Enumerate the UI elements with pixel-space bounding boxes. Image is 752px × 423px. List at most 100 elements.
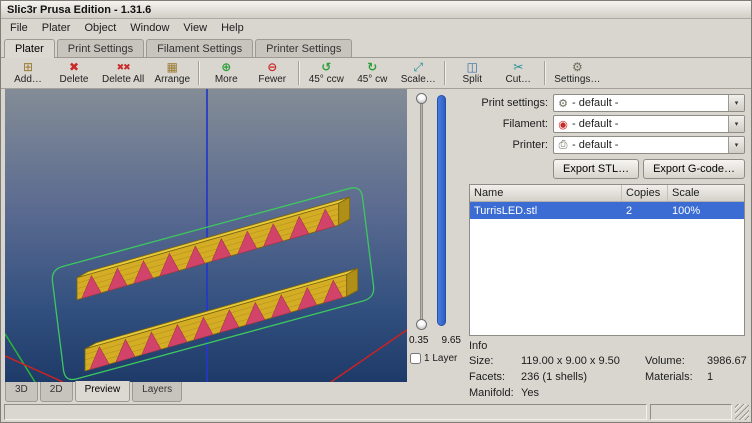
viewer-column: 0.35 9.65 1 Layer 3D 2D Preview Layers	[1, 89, 465, 402]
object-list: Name Copies Scale TurrisLED.stl 2 100%	[469, 184, 745, 336]
delete-all-button[interactable]: ✖✖ Delete All	[97, 59, 149, 88]
filament-value: - default -	[572, 116, 728, 132]
plater-sidebar: Print settings: ⚙ - default - ▾ Filament…	[465, 89, 751, 402]
toolbar-separator	[544, 61, 546, 85]
view-mode-tabs: 3D 2D Preview Layers	[1, 382, 465, 402]
volume-label: Volume:	[645, 355, 707, 367]
column-header-scale: Scale	[668, 185, 744, 201]
plater-toolbar: ⊞ Add… ✖ Delete ✖✖ Delete All ▦ Arrange …	[1, 58, 751, 89]
object-info-panel: Info Size: 119.00 x 9.00 x 9.50 Volume: …	[469, 340, 745, 399]
printer-label: Printer:	[469, 139, 553, 151]
object-name-cell: TurrisLED.stl	[470, 202, 622, 219]
arrange-button[interactable]: ▦ Arrange	[149, 59, 195, 88]
single-layer-label: 1 Layer	[424, 353, 457, 364]
table-row[interactable]: TurrisLED.stl 2 100%	[470, 202, 744, 219]
chevron-down-icon[interactable]: ▾	[728, 116, 744, 132]
tab-filament-settings[interactable]: Filament Settings	[146, 39, 253, 57]
status-message-field	[4, 404, 647, 420]
export-gcode-button[interactable]: Export G-code…	[643, 159, 745, 179]
materials-label: Materials:	[645, 371, 707, 383]
scale-icon: ⤢	[413, 61, 423, 74]
delete-button[interactable]: ✖ Delete	[51, 59, 97, 88]
object-settings-button[interactable]: ⚙ Settings…	[549, 59, 605, 88]
more-button[interactable]: ⊕ More	[203, 59, 249, 88]
window-title: Slic3r Prusa Edition - 1.31.6	[7, 4, 151, 16]
rotate-ccw-button[interactable]: ↺ 45° ccw	[303, 59, 349, 88]
layer-range-bar[interactable]	[437, 95, 446, 326]
facets-value: 236 (1 shells)	[521, 371, 645, 383]
layer-max-value: 9.65	[442, 335, 461, 346]
scale-button[interactable]: ⤢ Scale…	[395, 59, 441, 88]
tab-printer-settings[interactable]: Printer Settings	[255, 39, 352, 57]
view-tab-2d[interactable]: 2D	[40, 382, 73, 402]
column-header-copies: Copies	[622, 185, 668, 201]
print-settings-select[interactable]: ⚙ - default - ▾	[553, 94, 745, 112]
object-copies-cell: 2	[622, 202, 668, 219]
column-header-name: Name	[470, 185, 622, 201]
layer-range-slider[interactable]	[415, 93, 428, 330]
cut-button[interactable]: ✂ Cut…	[495, 59, 541, 88]
filament-select[interactable]: ◉ - default - ▾	[553, 115, 745, 133]
printer-select[interactable]: ⎙ - default - ▾	[553, 136, 745, 154]
object-list-header: Name Copies Scale	[470, 185, 744, 202]
settings-icon: ⚙	[572, 61, 583, 74]
menu-bar: File Plater Object Window View Help	[1, 19, 751, 37]
title-bar[interactable]: Slic3r Prusa Edition - 1.31.6	[1, 1, 751, 19]
menu-window[interactable]: Window	[123, 21, 176, 35]
fewer-copies-icon: ⊖	[267, 61, 277, 74]
print-settings-icon: ⚙	[554, 95, 572, 111]
chevron-down-icon[interactable]: ▾	[728, 95, 744, 111]
size-label: Size:	[469, 355, 521, 367]
single-layer-toggle[interactable]: 1 Layer	[410, 353, 457, 364]
menu-file[interactable]: File	[3, 21, 35, 35]
view-tab-3d[interactable]: 3D	[5, 382, 38, 402]
more-copies-icon: ⊕	[221, 61, 231, 74]
printer-icon: ⎙	[554, 137, 572, 153]
single-layer-checkbox[interactable]	[410, 353, 421, 364]
status-secondary-field	[650, 404, 732, 420]
split-button[interactable]: ◫ Split	[449, 59, 495, 88]
filament-label: Filament:	[469, 118, 553, 130]
tab-print-settings[interactable]: Print Settings	[57, 39, 144, 57]
menu-object[interactable]: Object	[77, 21, 123, 35]
slider-handle-bottom[interactable]	[416, 319, 427, 330]
info-heading: Info	[469, 340, 745, 352]
export-stl-button[interactable]: Export STL…	[553, 159, 639, 179]
view-tab-preview[interactable]: Preview	[75, 381, 131, 402]
add-button[interactable]: ⊞ Add…	[5, 59, 51, 88]
menu-view[interactable]: View	[176, 21, 214, 35]
size-value: 119.00 x 9.00 x 9.50	[521, 355, 645, 367]
chevron-down-icon[interactable]: ▾	[728, 137, 744, 153]
delete-icon: ✖	[69, 61, 79, 74]
resize-grip[interactable]	[735, 404, 749, 420]
cut-icon: ✂	[513, 61, 523, 74]
toolbar-separator	[198, 61, 200, 85]
rotate-cw-icon: ↻	[367, 61, 377, 74]
printer-value: - default -	[572, 137, 728, 153]
menu-help[interactable]: Help	[214, 21, 251, 35]
fewer-button[interactable]: ⊖ Fewer	[249, 59, 295, 88]
view-tab-layers[interactable]: Layers	[132, 382, 182, 402]
toolbar-separator	[444, 61, 446, 85]
layer-slider-panel: 0.35 9.65 1 Layer	[407, 89, 465, 382]
slider-track[interactable]	[420, 98, 423, 325]
arrange-icon: ▦	[167, 61, 178, 74]
volume-value: 3986.67	[707, 355, 747, 367]
object-scale-cell: 100%	[668, 202, 744, 219]
3d-viewport[interactable]	[5, 89, 407, 382]
main-tab-bar: Plater Print Settings Filament Settings …	[1, 37, 751, 58]
menu-plater[interactable]: Plater	[35, 21, 78, 35]
print-settings-value: - default -	[572, 95, 728, 111]
toolbar-separator	[298, 61, 300, 85]
split-icon: ◫	[467, 61, 478, 74]
slider-handle-top[interactable]	[416, 93, 427, 104]
facets-label: Facets:	[469, 371, 521, 383]
tab-plater[interactable]: Plater	[4, 39, 55, 58]
status-bar	[1, 402, 751, 422]
layer-min-value: 0.35	[409, 335, 428, 346]
rotate-ccw-icon: ↺	[321, 61, 331, 74]
rotate-cw-button[interactable]: ↻ 45° cw	[349, 59, 395, 88]
manifold-value: Yes	[521, 387, 645, 399]
delete-all-icon: ✖✖	[117, 61, 130, 74]
filament-spool-icon: ◉	[554, 116, 572, 132]
